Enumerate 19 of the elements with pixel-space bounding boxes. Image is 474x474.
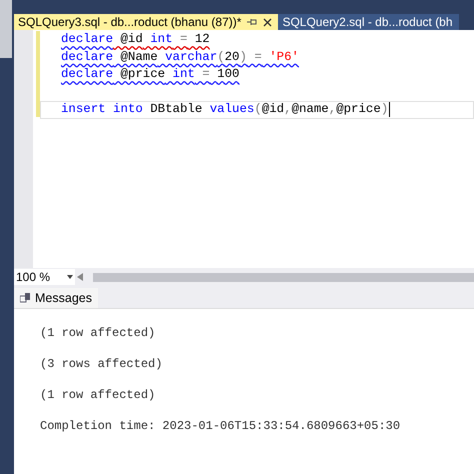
document-tab[interactable]: SQLQuery2.sql - db...roduct (bh bbox=[278, 14, 459, 30]
code-line: declare @Name varchar(20) = 'P6' bbox=[61, 48, 299, 66]
pin-icon[interactable] bbox=[247, 18, 258, 26]
close-icon[interactable] bbox=[263, 18, 272, 26]
code-line: insert into DBtable values(@id,@name,@price) bbox=[61, 101, 388, 118]
message-line: (3 rows affected) bbox=[40, 356, 164, 373]
code-line: declare @price int = 100 bbox=[61, 66, 240, 84]
code-editor[interactable]: declare @id int = 12 declare @Name varchar(20) = 'P6' declare @price int = 100 insert into DBtable values(@id,@name,@price) bbox=[14, 30, 474, 268]
messages-icon bbox=[20, 293, 31, 303]
message-line: Completion time: 2023-01-06T15:33:54.6809663+05:30 bbox=[40, 418, 402, 435]
scroll-left-icon[interactable] bbox=[77, 273, 83, 281]
message-line: (1 row affected) bbox=[40, 387, 156, 404]
messages-tab[interactable]: Messages bbox=[14, 288, 98, 308]
message-line: (1 row affected) bbox=[40, 325, 156, 342]
side-panel bbox=[0, 0, 12, 58]
document-tab[interactable]: SQLQuery3.sql - db...roduct (bhanu (87))* bbox=[14, 14, 278, 30]
code-line: declare @id int = 12 bbox=[61, 31, 210, 48]
zoom-dropdown[interactable]: 100 % bbox=[14, 269, 75, 285]
caret-icon bbox=[67, 275, 73, 279]
